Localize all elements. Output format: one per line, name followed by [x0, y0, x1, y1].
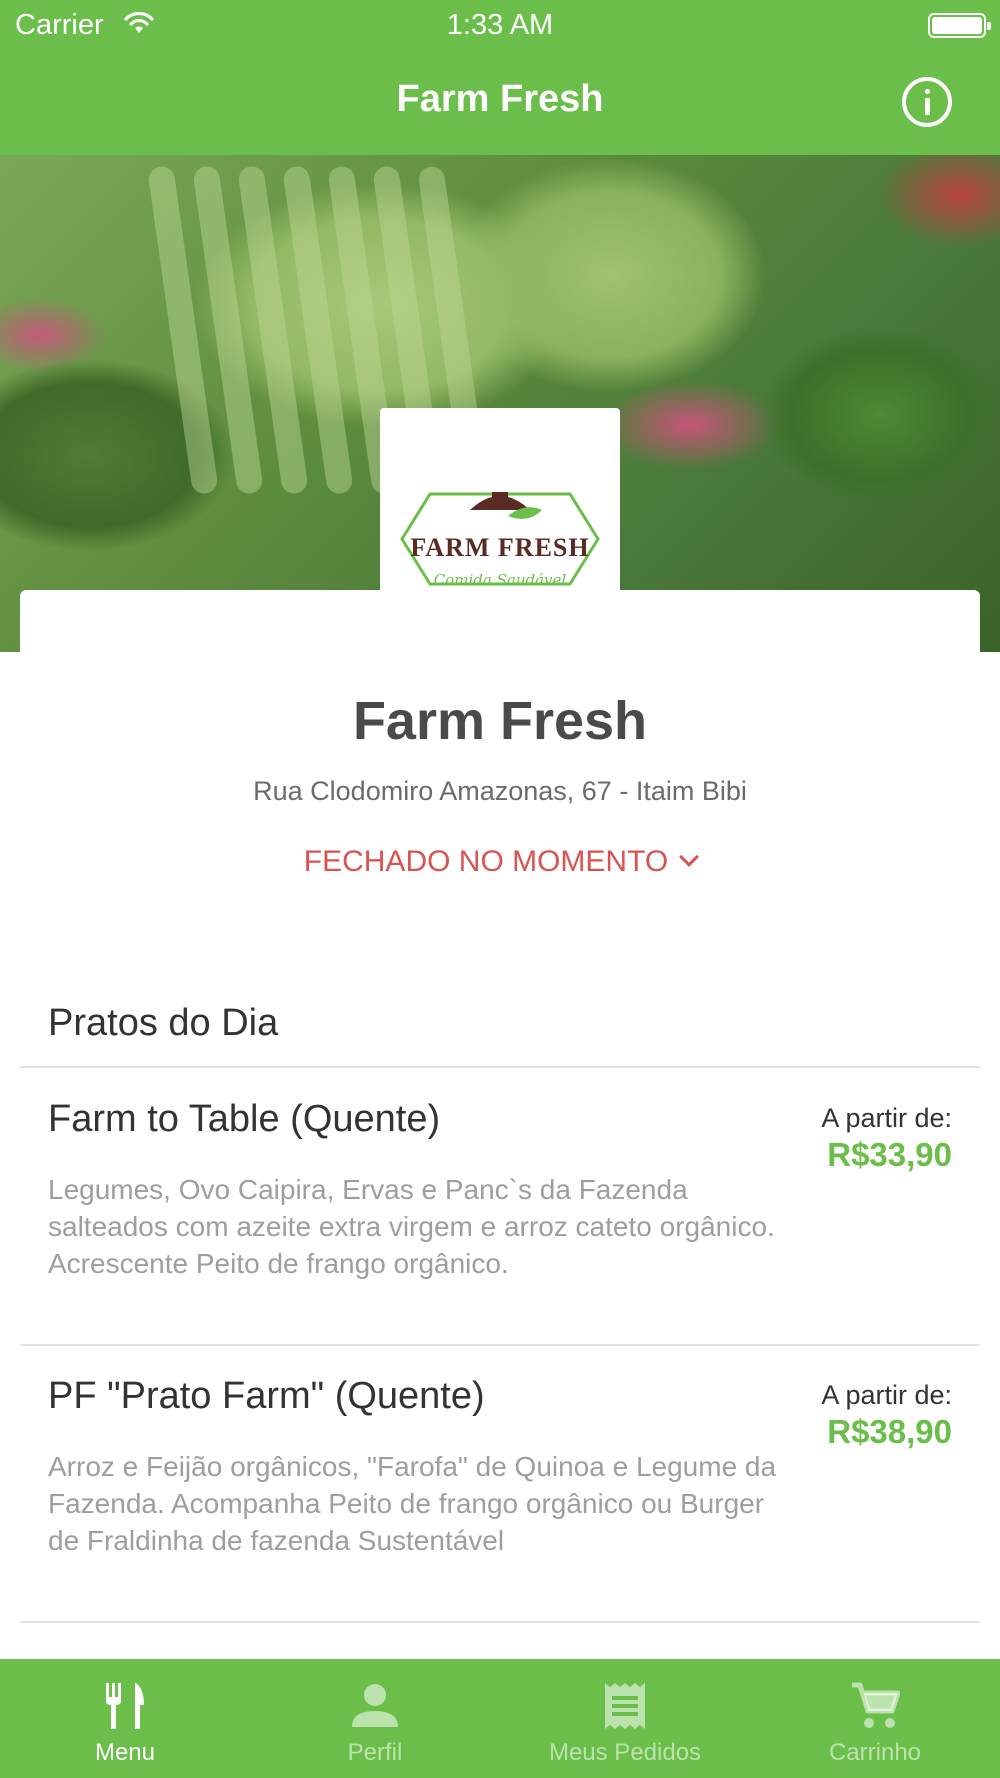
fork-knife-icon: [106, 1683, 144, 1729]
info-icon[interactable]: [902, 77, 952, 127]
tab-perfil[interactable]: Perfil: [250, 1659, 500, 1778]
status-bar: Carrier 1:33 AM: [0, 0, 1000, 50]
person-icon: [352, 1684, 398, 1727]
opening-status-label: FECHADO NO MOMENTO: [303, 845, 669, 878]
item-price-prefix: A partir de:: [821, 1103, 952, 1133]
divider: [20, 1344, 980, 1346]
divider: [20, 1621, 980, 1623]
item-name: Farm to Table (Quente): [48, 1098, 441, 1140]
tab-label: Meus Pedidos: [548, 1739, 702, 1766]
top-bar: Carrier 1:33 AM Farm Fresh: [0, 0, 1000, 155]
restaurant-address: Rua Clodomiro Amazonas, 67 - Itaim Bibi: [253, 776, 747, 806]
item-description: Arroz e Feijão orgânicos, "Farofa" de Qu…: [48, 1451, 777, 1556]
logo-tagline: Comida Saudável: [433, 571, 567, 589]
logo-text: FARM FRESH: [410, 533, 590, 562]
tab-label: Menu: [94, 1739, 156, 1766]
item-name: PF "Prato Farm" (Quente): [48, 1375, 485, 1417]
tab-bar: Menu Perfil Meus Pedidos Carrinho: [0, 1659, 1000, 1778]
tab-label: Perfil: [347, 1739, 403, 1766]
chevron-down-icon: [679, 847, 700, 867]
item-description: Legumes, Ovo Caipira, Ervas e Panc`s da …: [48, 1174, 775, 1279]
opening-status-toggle[interactable]: FECHADO NO MOMENTO: [0, 845, 1000, 879]
restaurant-name: Farm Fresh: [352, 691, 648, 751]
restaurant-logo: FARM FRESH Comida Saudável: [380, 408, 620, 648]
nav-title: Farm Fresh: [396, 78, 604, 120]
item-price: R$38,90: [827, 1413, 952, 1450]
divider: [20, 1066, 980, 1068]
battery-icon: [928, 13, 991, 38]
cart-icon: [852, 1682, 900, 1728]
section-title: Pratos do Dia: [48, 1002, 279, 1044]
menu-item[interactable]: Farm to Table (Quente) Legumes, Ovo Caip…: [20, 1098, 980, 1338]
item-price-prefix: A partir de:: [821, 1380, 952, 1410]
tab-meus-pedidos[interactable]: Meus Pedidos: [500, 1659, 750, 1778]
menu-item[interactable]: PF "Prato Farm" (Quente) Arroz e Feijão …: [20, 1375, 980, 1615]
tab-menu[interactable]: Menu: [0, 1659, 250, 1778]
receipt-icon: [605, 1683, 645, 1729]
tab-carrinho[interactable]: Carrinho: [750, 1659, 1000, 1778]
clock: 1:33 AM: [446, 9, 554, 41]
tab-label: Carrinho: [828, 1739, 922, 1766]
item-price: R$33,90: [827, 1136, 952, 1173]
